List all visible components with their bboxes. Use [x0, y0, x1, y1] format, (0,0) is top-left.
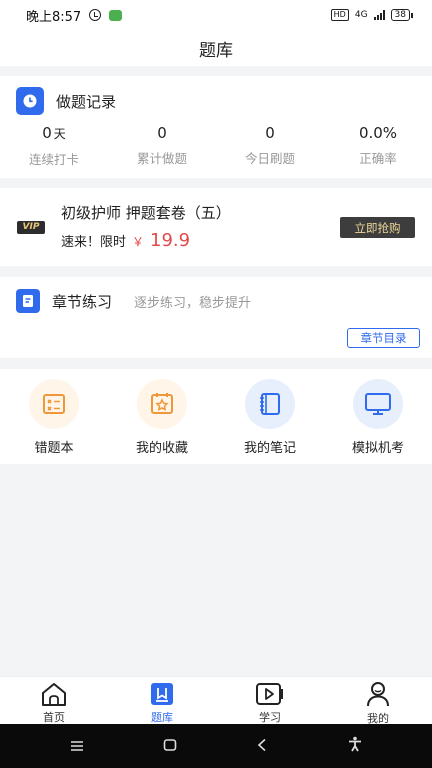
home-square-icon[interactable]: [163, 737, 177, 756]
vip-promo-card[interactable]: VIP 初级护师 押题套卷（五） 速来！限时 ￥ 19.9 立即抢购: [0, 188, 432, 266]
price-value: 19.9: [150, 230, 191, 251]
hd-badge: HD: [330, 9, 349, 21]
favorites-icon: [137, 379, 187, 429]
tab-home[interactable]: 首页: [0, 677, 108, 725]
wrong-book-icon: [29, 379, 79, 429]
battery-icon: 38: [390, 9, 414, 21]
stat-checkin-streak[interactable]: 0天 连续打卡: [0, 123, 108, 168]
vip-promo: 速来！限时 ￥ 19.9: [61, 230, 190, 251]
tab-study[interactable]: 学习: [216, 677, 324, 725]
stat-total-done[interactable]: 0 累计做题: [108, 123, 216, 168]
question-bank-icon: [149, 681, 175, 707]
stat-label: 今日刷题: [244, 151, 295, 166]
quick-action-label: 模拟机考: [351, 441, 404, 456]
stat-label: 正确率: [359, 151, 397, 166]
signal-icon: [373, 10, 385, 20]
stat-accuracy[interactable]: 0.0% 正确率: [324, 123, 432, 168]
tab-label: 学习: [259, 711, 281, 724]
stat-value: 0: [265, 124, 275, 142]
quick-action-label: 我的收藏: [135, 441, 188, 456]
chapter-directory-button[interactable]: 章节目录: [347, 328, 420, 348]
wechat-notification-icon: [109, 9, 123, 21]
status-bar: 晚上8:57 HD 4G 38: [0, 0, 432, 30]
menu-icon[interactable]: [70, 737, 84, 756]
alarm-icon: [89, 9, 102, 21]
stat-value: 0: [42, 124, 52, 142]
page-title: 题库: [199, 40, 233, 61]
favorites-entry[interactable]: 我的收藏: [108, 369, 216, 464]
chapter-practice-card[interactable]: 章节练习 逐步练习，稳步提升 章节目录: [0, 277, 432, 358]
stat-unit: 天: [53, 127, 66, 141]
status-time: 晚上8:57: [26, 9, 82, 25]
tab-profile[interactable]: 我的: [324, 677, 432, 725]
notes-entry[interactable]: 我的笔记: [216, 369, 324, 464]
chapter-title: 章节练习: [52, 292, 113, 311]
record-section-title: 做题记录: [16, 87, 116, 115]
tab-label: 首页: [43, 711, 65, 724]
record-title: 做题记录: [56, 92, 117, 111]
video-play-icon: [254, 681, 286, 707]
chapter-desc: 逐步练习，稳步提升: [134, 295, 252, 311]
chapter-section-title: 章节练习 逐步练习，稳步提升: [16, 289, 251, 313]
vip-title: 初级护师 押题套卷（五）: [61, 204, 231, 222]
tab-label: 题库: [151, 711, 173, 724]
stat-today-done[interactable]: 0 今日刷题: [216, 123, 324, 168]
document-icon: [16, 289, 40, 313]
stat-label: 累计做题: [136, 151, 187, 166]
tab-question-bank[interactable]: 题库: [108, 677, 216, 725]
promo-text: 速来！限时: [61, 235, 127, 250]
mock-exam-entry[interactable]: 模拟机考: [324, 369, 432, 464]
page-header: 题库: [0, 30, 432, 66]
stat-label: 连续打卡: [28, 152, 79, 167]
profile-icon: [364, 681, 392, 708]
vip-badge: VIP: [17, 221, 45, 234]
practice-record-card: 做题记录 0天 连续打卡 0 累计做题 0 今日刷题 0.0% 正确率: [0, 76, 432, 178]
quick-action-label: 我的笔记: [243, 441, 296, 456]
stat-value: 0.0%: [358, 124, 398, 142]
system-nav-bar: [0, 724, 432, 768]
back-icon[interactable]: [256, 737, 268, 756]
bottom-tab-bar: 首页 题库 学习 我的: [0, 676, 432, 725]
quick-action-label: 错题本: [34, 441, 74, 456]
quick-actions: 错题本 我的收藏 我的笔记 模拟机考: [0, 369, 432, 464]
buy-now-button[interactable]: 立即抢购: [340, 217, 415, 238]
clock-icon: [16, 87, 44, 115]
wrong-book-entry[interactable]: 错题本: [0, 369, 108, 464]
notebook-icon: [245, 379, 295, 429]
accessibility-icon[interactable]: [347, 736, 363, 756]
home-icon: [39, 681, 69, 707]
record-stats: 0天 连续打卡 0 累计做题 0 今日刷题 0.0% 正确率: [0, 123, 432, 168]
price-currency: ￥: [132, 235, 145, 249]
stat-value: 0: [157, 124, 167, 142]
monitor-icon: [353, 379, 403, 429]
network-type: 4G: [354, 10, 368, 20]
